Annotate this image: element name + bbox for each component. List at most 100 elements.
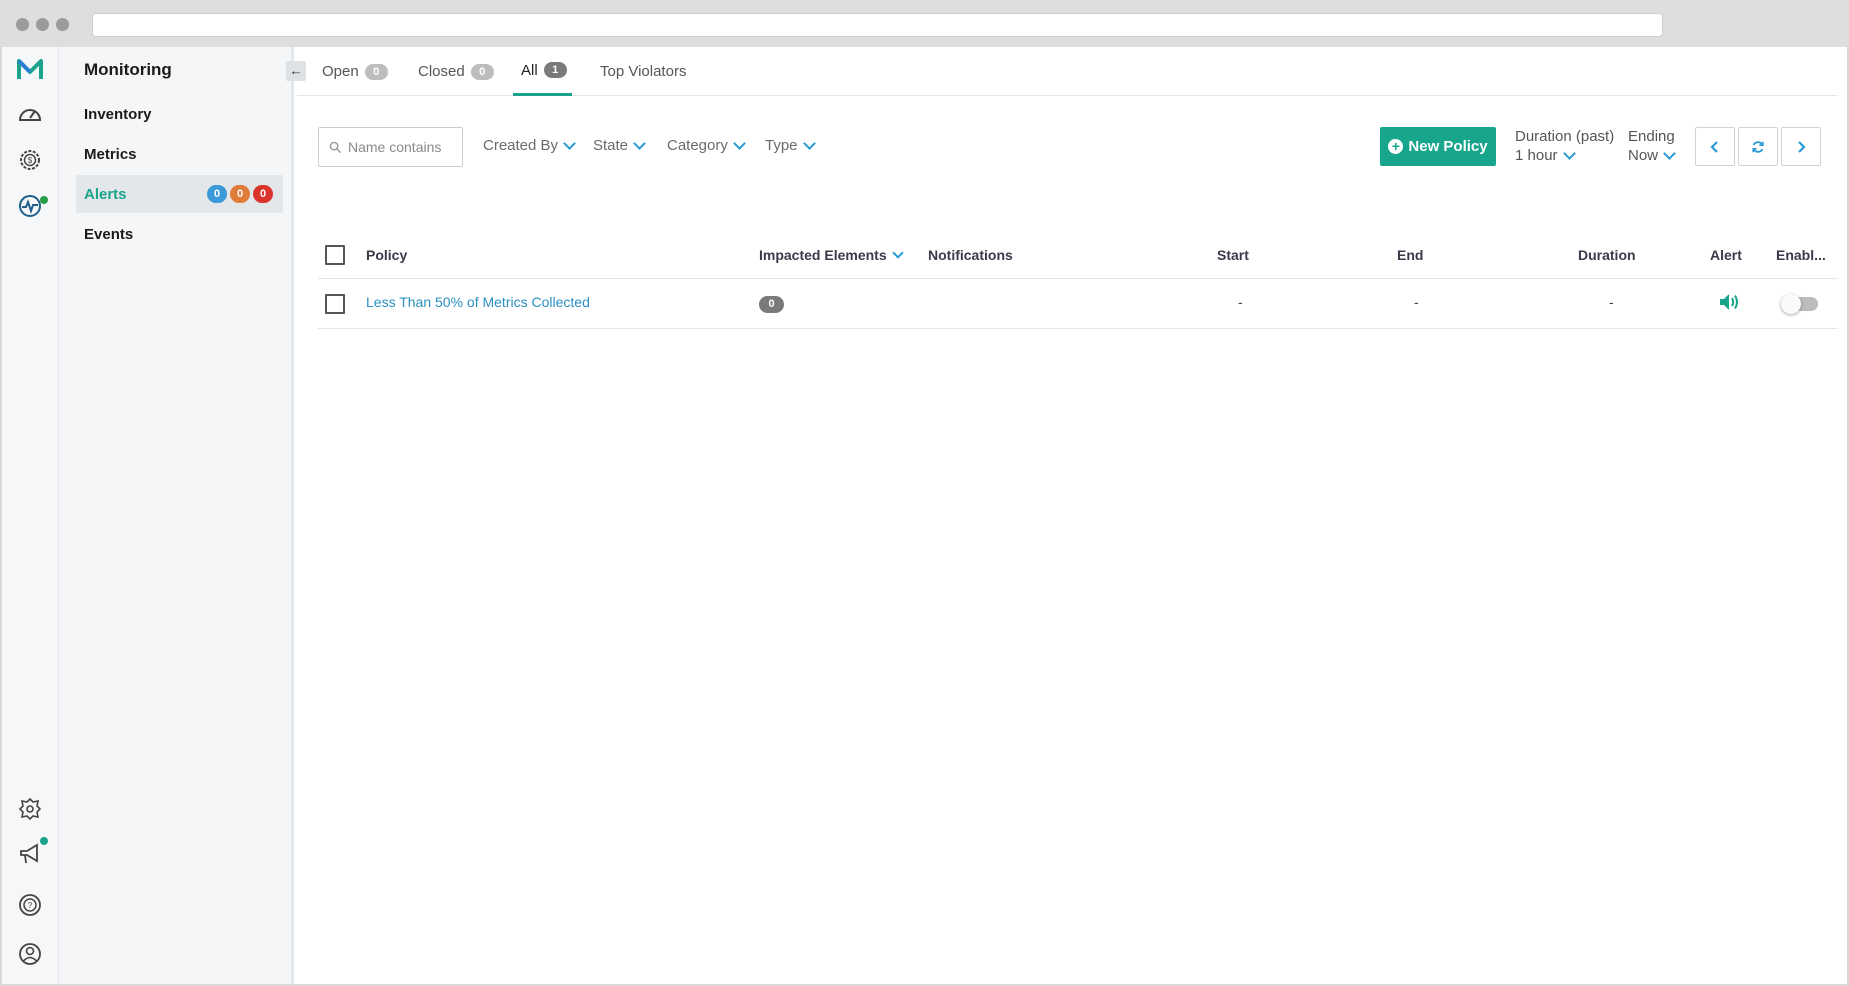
tab-label: Closed	[418, 63, 465, 80]
nav-item-events[interactable]: Events	[76, 215, 283, 253]
speaker-icon[interactable]	[1718, 292, 1740, 315]
plus-circle-icon: +	[1388, 139, 1404, 154]
column-header-policy[interactable]: Policy	[366, 247, 407, 263]
nav-item-alerts[interactable]: Alerts 0 0 0	[76, 175, 283, 213]
monitoring-icon[interactable]	[15, 191, 45, 221]
filter-label: Created By	[483, 137, 559, 154]
row-checkbox[interactable]	[325, 294, 345, 314]
table-header: Policy Impacted Elements Notifications S…	[318, 233, 1837, 279]
refresh-button[interactable]	[1738, 127, 1778, 166]
tab-label: Open	[322, 63, 359, 80]
created-by-filter[interactable]: Created By	[483, 136, 576, 154]
impacted-count-badge[interactable]: 0	[759, 296, 784, 313]
critical-count-badge: 0	[253, 185, 273, 203]
chevron-right-icon	[1798, 140, 1806, 153]
duration-cell: -	[1609, 294, 1614, 310]
tab-all[interactable]: All 1	[513, 47, 572, 96]
name-search-input[interactable]	[348, 139, 458, 155]
sort-chevron-icon	[891, 246, 904, 259]
alert-tabs: Open 0 Closed 0 All 1 Top Violators	[297, 47, 1837, 96]
window-maximize-dot[interactable]	[56, 18, 69, 31]
new-policy-label: New Policy	[1408, 138, 1488, 155]
column-header-enabled[interactable]: Enabl...	[1776, 247, 1826, 263]
help-icon[interactable]: ?	[15, 890, 45, 920]
ending-label: Ending	[1628, 128, 1675, 145]
window-titlebar	[0, 0, 1849, 47]
column-header-notifications[interactable]: Notifications	[928, 247, 1013, 263]
tab-label: Top Violators	[600, 63, 687, 80]
state-filter[interactable]: State	[593, 136, 646, 154]
nav-item-inventory[interactable]: Inventory	[76, 95, 283, 133]
filter-label: State	[593, 137, 629, 154]
end-cell: -	[1414, 294, 1419, 310]
monitoring-notification-dot	[40, 196, 48, 204]
duration-dropdown[interactable]: Duration (past) 1 hour	[1515, 128, 1614, 164]
refresh-icon	[1752, 140, 1764, 153]
chevron-down-icon	[1562, 146, 1576, 160]
logo-icon[interactable]	[15, 55, 45, 85]
column-header-end[interactable]: End	[1397, 247, 1423, 263]
monitoring-nav: Monitoring Inventory Metrics Alerts 0 0 …	[59, 47, 294, 984]
chevron-down-icon	[1663, 146, 1676, 160]
ending-dropdown[interactable]: Ending Now	[1628, 128, 1676, 164]
filter-toolbar: Created By State Category Type + New Pol…	[297, 127, 1842, 169]
chevron-down-icon	[563, 136, 576, 150]
category-filter[interactable]: Category	[667, 136, 746, 154]
svg-text:$: $	[28, 156, 33, 165]
next-period-button[interactable]	[1781, 127, 1821, 166]
ending-value: Now	[1628, 147, 1659, 164]
collapse-nav-button[interactable]: ←	[286, 61, 306, 81]
chevron-down-icon	[633, 136, 646, 150]
user-icon[interactable]	[15, 939, 45, 969]
tab-closed[interactable]: Closed 0	[410, 47, 502, 96]
policy-link[interactable]: Less Than 50% of Metrics Collected	[366, 294, 590, 310]
search-icon	[329, 141, 342, 153]
nav-item-label: Events	[84, 225, 134, 243]
impacted-elements-cell: 0	[759, 294, 784, 313]
column-header-start[interactable]: Start	[1217, 247, 1249, 263]
nav-title: Monitoring	[84, 60, 172, 79]
nav-item-label: Inventory	[84, 105, 152, 123]
window-close-dot[interactable]	[16, 18, 29, 31]
new-policy-button[interactable]: + New Policy	[1380, 127, 1496, 166]
select-all-checkbox[interactable]	[325, 245, 345, 265]
column-header-label: Impacted Elements	[759, 247, 887, 263]
warning-count-badge: 0	[230, 185, 250, 203]
tab-label: All	[521, 61, 538, 79]
chevron-left-icon	[1710, 140, 1718, 153]
previous-period-button[interactable]	[1695, 127, 1735, 166]
tab-top-violators[interactable]: Top Violators	[592, 47, 694, 96]
tab-count: 0	[470, 63, 494, 80]
announcements-notification-dot	[40, 837, 48, 845]
tab-count: 0	[364, 63, 388, 80]
nav-item-label: Alerts	[84, 185, 127, 203]
column-header-duration[interactable]: Duration	[1578, 247, 1636, 263]
main-content: Open 0 Closed 0 All 1 Top Violators Crea…	[297, 47, 1847, 984]
window-minimize-dot[interactable]	[36, 18, 49, 31]
table-row: Less Than 50% of Metrics Collected 0 - -…	[318, 279, 1837, 329]
tab-count: 1	[543, 62, 567, 78]
tab-open[interactable]: Open 0	[314, 47, 396, 96]
search-box	[318, 127, 463, 167]
duration-label: Duration (past)	[1515, 128, 1615, 145]
dashboard-icon[interactable]	[15, 99, 45, 129]
column-header-impacted-elements[interactable]: Impacted Elements	[759, 246, 904, 263]
address-bar[interactable]	[92, 13, 1663, 37]
nav-item-label: Metrics	[84, 145, 137, 163]
filter-label: Type	[765, 137, 798, 154]
alert-count-badges: 0 0 0	[204, 185, 273, 203]
integrations-icon[interactable]	[15, 794, 45, 824]
policies-table: Policy Impacted Elements Notifications S…	[318, 233, 1837, 329]
duration-value: 1 hour	[1515, 147, 1558, 164]
toggle-knob	[1781, 294, 1801, 314]
nav-item-metrics[interactable]: Metrics	[76, 135, 283, 173]
enabled-toggle[interactable]	[1781, 294, 1818, 314]
chevron-down-icon	[733, 136, 746, 150]
app-window: $ ? Monitoring Inventory Metrics Alerts	[2, 47, 1847, 984]
chevron-down-icon	[802, 136, 816, 150]
filter-label: Category	[667, 137, 728, 154]
column-header-alert[interactable]: Alert	[1710, 247, 1742, 263]
icon-rail: $ ?	[2, 47, 59, 984]
cost-gear-icon[interactable]: $	[15, 145, 45, 175]
type-filter[interactable]: Type	[765, 136, 816, 154]
